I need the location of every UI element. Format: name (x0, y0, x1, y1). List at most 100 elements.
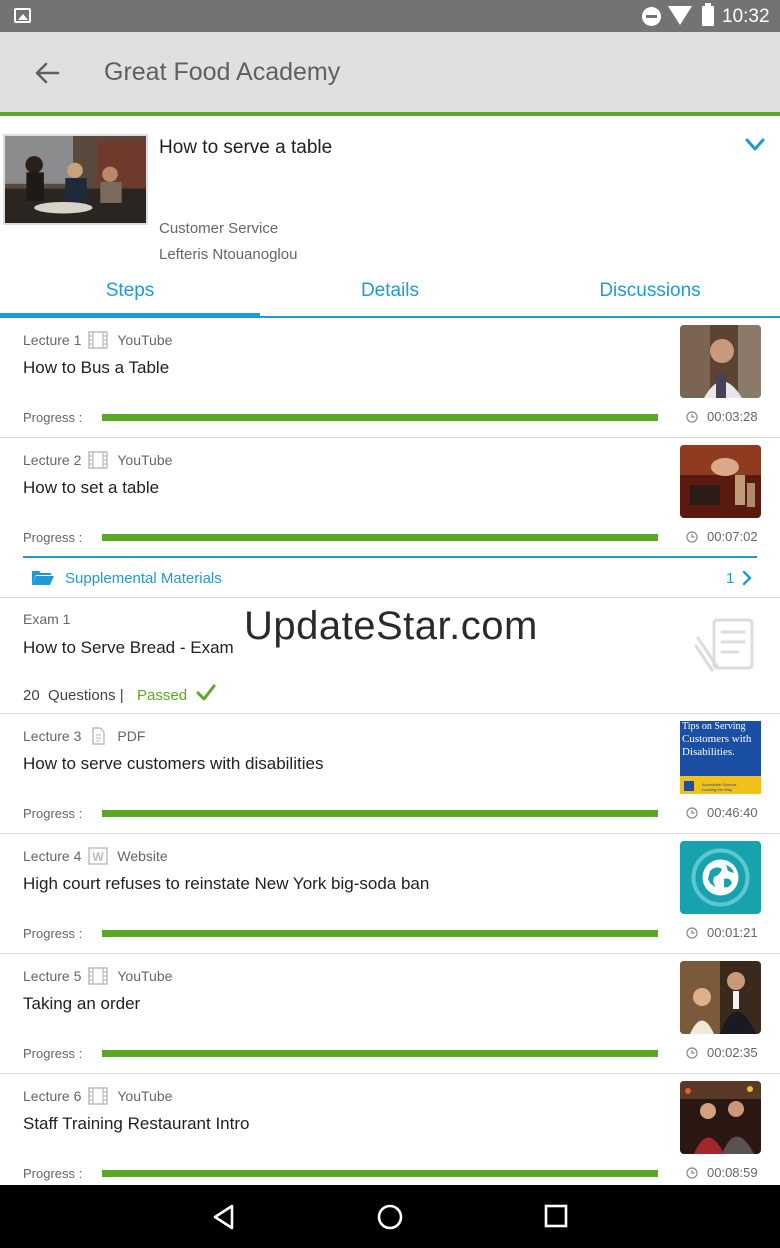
lecture-source: PDF (117, 728, 146, 744)
progress-bar (102, 1170, 658, 1177)
clock-icon (686, 1046, 698, 1059)
list-item[interactable]: Lecture 6 YouTube Staff Training Restaur… (0, 1074, 780, 1185)
pdf-document-icon (92, 727, 106, 745)
dnd-icon (642, 7, 661, 26)
tab-steps[interactable]: Steps (0, 270, 260, 316)
list-item[interactable]: Lecture 4 W Website High court refuses t… (0, 834, 780, 954)
progress-label: Progress : (23, 530, 83, 545)
exam-title: How to Serve Bread - Exam (23, 638, 234, 657)
lecture-number: Lecture 2 (23, 452, 82, 468)
progress-bar (102, 1050, 658, 1057)
system-nav-bar (0, 1185, 780, 1248)
lecture-thumbnail (680, 1081, 761, 1154)
svg-text:W: W (93, 850, 105, 864)
lecture-duration: 00:46:40 (707, 805, 758, 820)
lecture-source: Website (117, 848, 168, 864)
course-author: Lefteris Ntouanoglou (159, 246, 298, 263)
exam-document-icon (694, 618, 754, 672)
pdf-thumb-line1: Tips on Serving (682, 721, 746, 732)
lecture-number: Lecture 4 (23, 848, 82, 864)
watermark-text: UpdateStar.com (244, 604, 538, 648)
lecture-number: Lecture 6 (23, 1088, 82, 1104)
clock-icon (686, 410, 698, 423)
supplemental-label: Supplemental Materials (65, 570, 222, 587)
progress-label: Progress : (23, 1046, 83, 1061)
lecture-source: YouTube (117, 968, 173, 984)
lecture-source: YouTube (117, 332, 173, 348)
progress-label: Progress : (23, 410, 83, 425)
website-icon: W (88, 847, 109, 865)
lecture-title: Taking an order (23, 994, 141, 1013)
lecture-duration: 00:03:28 (707, 409, 758, 424)
chevron-right-icon (742, 570, 752, 586)
exam-number: Exam 1 (23, 611, 71, 627)
questions-label: Questions | (48, 687, 124, 704)
nav-back-icon[interactable] (210, 1203, 238, 1231)
chevron-down-icon[interactable] (744, 134, 766, 156)
lecture-duration: 00:07:02 (707, 529, 758, 544)
list-item[interactable]: Lecture 3 PDF How to serve customers wit… (0, 714, 780, 834)
checkmark-icon (196, 684, 216, 701)
clock-icon (686, 1166, 698, 1179)
status-bar: 10:32 (0, 0, 780, 32)
tab-bar: Steps Details Discussions (0, 270, 780, 318)
pdf-thumb-line3: Disabilities. (682, 746, 735, 758)
lecture-title: Staff Training Restaurant Intro (23, 1114, 250, 1133)
course-category: Customer Service (159, 220, 279, 237)
progress-bar (102, 930, 658, 937)
clock-icon (686, 530, 698, 543)
lecture-number: Lecture 3 (23, 728, 82, 744)
wifi-icon (668, 6, 692, 25)
gallery-icon (14, 8, 31, 23)
lecture-duration: 00:02:35 (707, 1045, 758, 1060)
lecture-thumbnail (680, 325, 761, 398)
film-icon (88, 331, 109, 349)
tab-details[interactable]: Details (260, 270, 520, 316)
film-icon (88, 967, 109, 985)
nav-recents-icon[interactable] (543, 1203, 569, 1229)
course-header: How to serve a table Customer Service Le… (0, 120, 780, 270)
lecture-title: How to set a table (23, 478, 160, 497)
app-bar: Great Food Academy (0, 32, 780, 116)
film-icon (88, 451, 109, 469)
lecture-number: Lecture 1 (23, 332, 82, 348)
film-icon (88, 1087, 109, 1105)
battery-icon (702, 3, 714, 26)
questions-count: 20 (23, 687, 40, 704)
pdf-thumb-footer2: Leading the Way (702, 787, 732, 792)
lecture-number: Lecture 5 (23, 968, 82, 984)
lecture-source: YouTube (117, 452, 173, 468)
course-thumbnail (3, 134, 148, 225)
lecture-source: YouTube (117, 1088, 173, 1104)
list-item[interactable]: Lecture 5 YouTube Taking an order Progre… (0, 954, 780, 1074)
supplemental-count: 1 (726, 570, 735, 587)
progress-bar (102, 414, 658, 421)
progress-bar (102, 534, 658, 541)
globe-thumbnail (680, 841, 761, 914)
tab-discussions[interactable]: Discussions (520, 270, 780, 316)
progress-label: Progress : (23, 1166, 83, 1181)
lecture-thumbnail (680, 961, 761, 1034)
exam-status: Passed (137, 687, 188, 704)
lecture-duration: 00:08:59 (707, 1165, 758, 1180)
progress-label: Progress : (23, 806, 83, 821)
clock-icon (686, 806, 698, 819)
course-title: How to serve a table (159, 137, 333, 158)
list-item[interactable]: Lecture 1 YouTube How to Bus a Table Pro… (0, 318, 780, 438)
folder-open-icon (32, 571, 54, 585)
nav-home-icon[interactable] (376, 1203, 404, 1231)
lecture-thumbnail (680, 445, 761, 518)
progress-bar (102, 810, 658, 817)
pdf-thumb-line2: Customers with (682, 733, 752, 745)
status-clock: 10:32 (722, 6, 770, 27)
lecture-title: How to Bus a Table (23, 358, 170, 377)
clock-icon (686, 926, 698, 939)
lecture-title: How to serve customers with disabilities (23, 754, 324, 773)
app-title: Great Food Academy (104, 58, 341, 86)
supplemental-materials-row[interactable]: Supplemental Materials 1 (23, 556, 757, 598)
pdf-thumbnail: Tips on Serving Customers with Disabilit… (680, 721, 761, 794)
lecture-duration: 00:01:21 (707, 925, 758, 940)
lecture-title: High court refuses to reinstate New York… (23, 874, 430, 893)
progress-label: Progress : (23, 926, 83, 941)
arrow-back-icon[interactable] (30, 56, 64, 90)
